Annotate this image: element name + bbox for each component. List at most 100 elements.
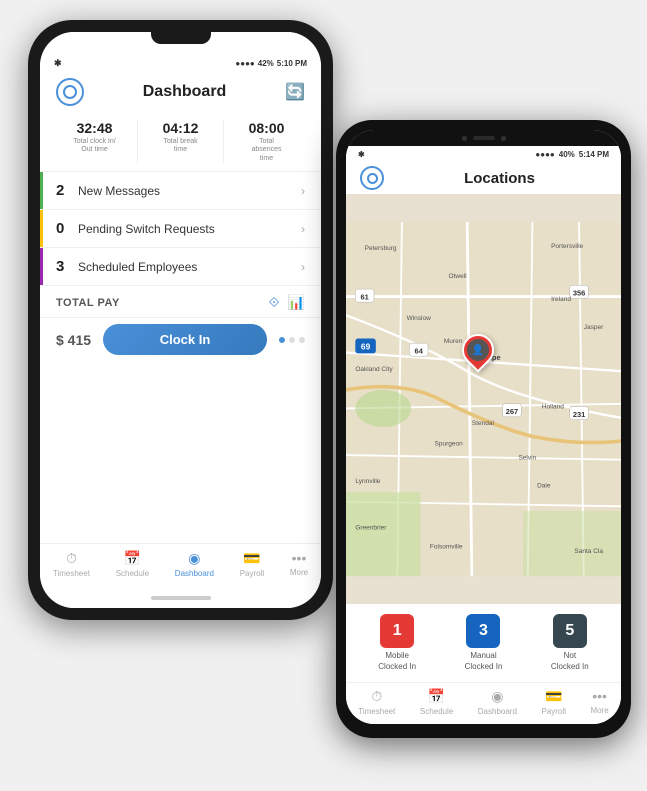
accent-purple	[40, 248, 43, 285]
svg-text:Santa Cla: Santa Cla	[574, 548, 603, 555]
refresh-icon[interactable]: 🔄	[285, 82, 305, 102]
dashboard-icon: ◉	[188, 550, 200, 567]
badge-switch: 0	[56, 220, 70, 237]
phone2-app-header: Locations	[346, 162, 621, 194]
status-signal: ●●●●	[235, 59, 254, 68]
chevron-icon-0: ›	[301, 184, 305, 198]
more2-label: More	[590, 706, 608, 715]
timesheet-icon: ⏱	[66, 550, 77, 567]
pin-avatar: 👤	[467, 339, 489, 361]
svg-text:356: 356	[573, 289, 585, 298]
phone1-logo	[56, 78, 84, 106]
phone1-logo-inner	[63, 85, 77, 99]
status2-bt: ✱	[358, 150, 365, 159]
status-battery: 42%	[258, 59, 274, 68]
stat-absence-time: 08:00 Totalabsencestime	[224, 120, 309, 163]
cam-speaker	[473, 136, 495, 140]
nav2-more[interactable]: ••• More	[590, 688, 608, 716]
share-icon[interactable]: ⟐	[269, 294, 280, 311]
status-time: 5:10 PM	[277, 59, 307, 68]
phone1-notch	[40, 32, 321, 54]
stat-value-0: 32:48	[52, 120, 137, 136]
chart-icon[interactable]: 📊	[288, 294, 305, 311]
dot-3	[299, 337, 305, 343]
nav2-payroll[interactable]: 💳 Payroll	[541, 688, 565, 716]
notch-bar	[151, 32, 211, 44]
schedule-label: Schedule	[116, 569, 149, 578]
clock-in-section: $ 415 Clock In	[40, 318, 321, 365]
phone2-bottom-nav: ⏱ Timesheet 📅 Schedule ◉ Dashboard 💳 Pay…	[346, 682, 621, 724]
home-bar	[151, 596, 211, 600]
timesheet-label: Timesheet	[53, 569, 90, 578]
svg-text:267: 267	[506, 407, 518, 416]
dot-2	[289, 337, 295, 343]
phone2-logo-inner	[367, 173, 378, 184]
svg-text:69: 69	[361, 342, 371, 352]
status2-battery: 40%	[559, 150, 575, 159]
nav-more[interactable]: ••• More	[290, 550, 308, 578]
pay-amount: $ 415	[56, 332, 91, 348]
phone1-app-header: Dashboard 🔄	[40, 72, 321, 112]
accent-yellow	[40, 210, 43, 247]
svg-text:64: 64	[415, 346, 424, 355]
cam-dot-2	[501, 136, 506, 141]
nav2-dashboard[interactable]: ◉ Dashboard	[478, 688, 517, 716]
more2-icon: •••	[592, 688, 607, 704]
stat-label-0: Total clock In/Out time	[52, 138, 137, 155]
total-pay-label: TOTAL PAY	[56, 297, 120, 309]
svg-text:Muren: Muren	[444, 338, 463, 345]
schedule2-label: Schedule	[420, 707, 453, 716]
nav2-timesheet[interactable]: ⏱ Timesheet	[358, 688, 395, 716]
clock-in-button[interactable]: Clock In	[103, 324, 267, 355]
nav-payroll[interactable]: 💳 Payroll	[240, 550, 264, 578]
nav-schedule[interactable]: 📅 Schedule	[116, 550, 149, 578]
svg-text:Holland: Holland	[542, 403, 564, 410]
home-indicator	[40, 588, 321, 608]
map-area: 61 64 267 356 231 69 Petersburg Portersv…	[346, 194, 621, 604]
status-right-icons: ●●●● 42% 5:10 PM	[235, 59, 307, 68]
label-scheduled: Scheduled Employees	[78, 260, 197, 274]
phone2-camera-bar	[346, 130, 621, 146]
nav2-schedule[interactable]: 📅 Schedule	[420, 688, 453, 716]
status2-time: 5:14 PM	[579, 150, 609, 159]
dashboard2-label: Dashboard	[478, 707, 517, 716]
badge-messages: 2	[56, 182, 70, 199]
nav-dashboard[interactable]: ◉ Dashboard	[175, 550, 214, 578]
scene: ✱ ●●●● 42% 5:10 PM Dashboard 🔄 32:48	[0, 0, 647, 791]
menu-new-messages[interactable]: 2 New Messages ›	[40, 172, 321, 210]
menu-scheduled-employees[interactable]: 3 Scheduled Employees ›	[40, 248, 321, 286]
svg-text:Selvin: Selvin	[518, 455, 536, 462]
svg-text:Ireland: Ireland	[551, 296, 571, 303]
svg-text:Greenbrier: Greenbrier	[355, 525, 387, 532]
phone1-device: ✱ ●●●● 42% 5:10 PM Dashboard 🔄 32:48	[28, 20, 333, 620]
stat-break-time: 04:12 Total breaktime	[138, 120, 224, 163]
stats-row: 32:48 Total clock In/Out time 04:12 Tota…	[40, 112, 321, 172]
menu-pending-switch[interactable]: 0 Pending Switch Requests ›	[40, 210, 321, 248]
menu-left-1: 0 Pending Switch Requests	[56, 220, 215, 237]
status-bt-icon: ✱	[54, 58, 62, 69]
payroll-label: Payroll	[240, 569, 264, 578]
label-mobile-clocked: MobileClocked In	[378, 651, 416, 672]
nav-timesheet[interactable]: ⏱ Timesheet	[53, 550, 90, 578]
svg-text:Lynnville: Lynnville	[355, 478, 380, 485]
phone2-device: ✱ ●●●● 40% 5:14 PM Locations	[336, 120, 631, 738]
payroll2-icon: 💳	[545, 688, 562, 705]
cam-dot-1	[462, 136, 467, 141]
badge-scheduled: 3	[56, 258, 70, 275]
badge-mobile-clocked: 1	[380, 614, 414, 648]
stat-value-1: 04:12	[138, 120, 223, 136]
dashboard2-icon: ◉	[491, 688, 503, 705]
badge-not-clocked: 5	[553, 614, 587, 648]
svg-text:61: 61	[361, 292, 369, 301]
menu-left-2: 3 Scheduled Employees	[56, 258, 197, 275]
total-pay-section: TOTAL PAY ⟐ 📊	[40, 286, 321, 318]
loc-card-mobile: 1 MobileClocked In	[358, 614, 436, 672]
phone1-screen: ✱ ●●●● 42% 5:10 PM Dashboard 🔄 32:48	[40, 32, 321, 608]
svg-text:Folsomville: Folsomville	[430, 543, 463, 550]
svg-text:Petersburg: Petersburg	[365, 245, 397, 252]
badge-manual-clocked: 3	[466, 614, 500, 648]
svg-text:Dale: Dale	[537, 483, 551, 490]
phone2-status-bar: ✱ ●●●● 40% 5:14 PM	[346, 146, 621, 162]
stat-total-time: 32:48 Total clock In/Out time	[52, 120, 138, 163]
accent-green	[40, 172, 43, 209]
